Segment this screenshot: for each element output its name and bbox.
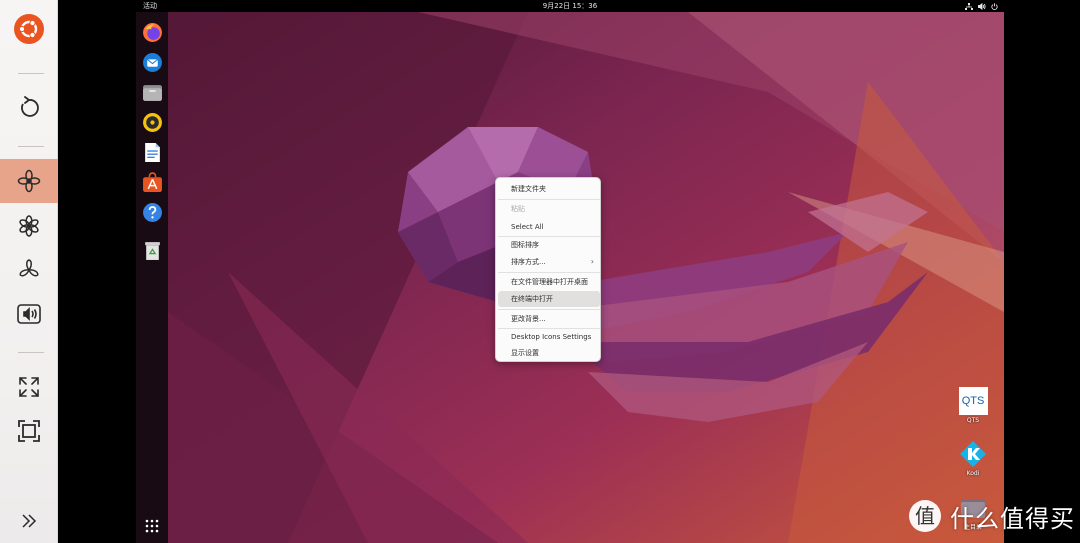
desktop-icon-label: Kodi — [966, 470, 980, 477]
files-icon — [142, 84, 162, 101]
propeller-button[interactable] — [0, 248, 58, 292]
submenu-arrow-icon: › — [590, 257, 594, 266]
refresh-button[interactable] — [0, 86, 58, 130]
volume-icon — [978, 2, 986, 10]
desktop-icon-qts[interactable]: QTS QTS — [953, 387, 993, 424]
kodi-icon — [960, 441, 986, 467]
clock[interactable]: 9月22日 15：36 — [136, 0, 1004, 12]
letterbox-left — [58, 0, 136, 543]
rhythmbox-icon — [142, 112, 162, 132]
dock-item-writer[interactable] — [140, 140, 164, 164]
ubuntu-dock — [136, 12, 168, 543]
toolbar-divider — [18, 146, 44, 147]
thunderbird-icon — [142, 52, 162, 72]
collapse-toolbar-button[interactable] — [0, 499, 58, 543]
menu-item-change-background[interactable]: 更改背景... — [498, 311, 600, 327]
trash-icon — [144, 241, 160, 260]
audio-screen-button[interactable] — [0, 292, 58, 336]
menu-item-open-in-terminal[interactable]: 在终端中打开 — [498, 291, 600, 307]
expand-button[interactable] — [0, 365, 58, 409]
gnome-top-bar: 活动 9月22日 15：36 — [136, 0, 1004, 12]
firefox-icon — [142, 22, 162, 42]
menu-item-open-desktop-in-files[interactable]: 在文件管理器中打开桌面 — [498, 274, 600, 290]
ubuntu-logo-icon — [14, 14, 44, 44]
menu-item-display-settings[interactable]: 显示设置 — [498, 345, 600, 361]
menu-separator — [498, 199, 600, 200]
menu-separator — [498, 309, 600, 310]
desktop-icon-label: QTS — [966, 417, 980, 424]
menu-item-select-all[interactable]: Select All — [498, 219, 600, 235]
ubuntu-software-icon — [142, 171, 162, 192]
flower-icon — [19, 215, 39, 237]
help-icon — [142, 202, 162, 222]
smzdm-logo-icon: 值 — [909, 500, 941, 532]
desktop-icon-kodi[interactable]: Kodi — [953, 440, 993, 477]
dock-item-firefox[interactable] — [140, 20, 164, 44]
show-apps-button[interactable] — [140, 514, 164, 538]
dock-item-thunderbird[interactable] — [140, 50, 164, 74]
menu-item-sort-by[interactable]: 排序方式... › — [498, 254, 600, 270]
smzdm-watermark: 值 什么值得买 — [908, 498, 1078, 534]
svg-text:值: 值 — [915, 504, 935, 528]
flower-active-icon — [17, 169, 41, 193]
dock-item-trash[interactable] — [140, 238, 164, 262]
menu-item-desktop-icons-settings[interactable]: Desktop Icons Settings — [498, 329, 600, 345]
power-icon — [991, 2, 998, 10]
toolbar-divider — [18, 73, 44, 74]
libreoffice-writer-icon — [144, 142, 160, 162]
menu-item-new-folder[interactable]: 新建文件夹 — [498, 181, 600, 197]
qts-icon: QTS — [958, 387, 988, 415]
ubuntu-logo-button[interactable] — [0, 7, 58, 51]
flower-button[interactable] — [0, 204, 58, 248]
dock-item-files[interactable] — [140, 80, 164, 104]
expand-icon — [19, 377, 39, 397]
dock-item-rhythmbox[interactable] — [140, 110, 164, 134]
dock-item-help[interactable] — [140, 200, 164, 224]
desktop-context-menu: 新建文件夹 粘贴 Select All 图标排序 排序方式... › 在文件管理… — [495, 177, 601, 362]
flower-active-button[interactable] — [0, 159, 58, 203]
network-icon — [965, 2, 973, 10]
menu-separator — [498, 272, 600, 273]
menu-item-paste[interactable]: 粘贴 — [498, 201, 600, 217]
fullscreen-icon — [18, 420, 40, 442]
show-apps-icon — [145, 519, 159, 533]
chevrons-right-icon — [22, 514, 37, 528]
menu-item-arrange-icons[interactable]: 图标排序 — [498, 237, 600, 253]
letterbox-right — [1004, 0, 1080, 543]
fullscreen-button[interactable] — [0, 409, 58, 453]
refresh-icon — [21, 96, 39, 117]
propeller-icon — [19, 259, 39, 277]
viewer-toolbar — [0, 0, 58, 543]
toolbar-divider — [18, 352, 44, 353]
menu-item-sort-by-label: 排序方式... — [511, 258, 546, 266]
watermark-text: 什么值得买 — [950, 504, 1075, 533]
ubuntu-desktop: 活动 9月22日 15：36 新建文件夹 粘贴 Select All 图标排序 … — [136, 0, 1004, 543]
system-tray[interactable] — [965, 0, 998, 12]
audio-screen-icon — [17, 304, 41, 324]
dock-item-software[interactable] — [140, 170, 164, 194]
